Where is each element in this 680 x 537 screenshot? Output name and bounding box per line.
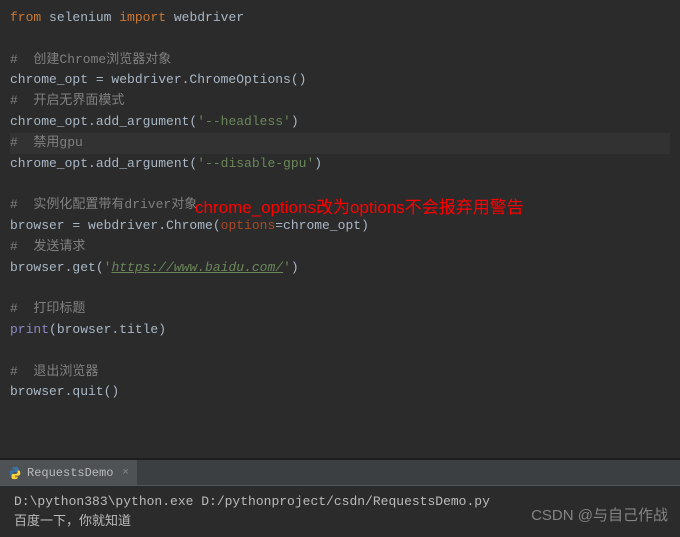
terminal-tab[interactable]: RequestsDemo × <box>0 460 137 485</box>
comment: # 创建Chrome浏览器对象 <box>10 52 171 67</box>
code-line: # 创建Chrome浏览器对象 <box>10 50 670 71</box>
keyword-import: import <box>119 10 166 25</box>
comment: # 退出浏览器 <box>10 364 98 379</box>
comment: # 发送请求 <box>10 239 85 254</box>
comment: # 打印标题 <box>10 301 85 316</box>
string-literal: '--disable-gpu' <box>197 156 314 171</box>
code-line: chrome_opt.add_argument('--disable-gpu') <box>10 154 670 175</box>
code-line <box>10 174 670 195</box>
code-line <box>10 341 670 362</box>
python-icon <box>8 466 22 480</box>
string-literal: '--headless' <box>197 114 291 129</box>
code-line: browser = webdriver.Chrome(options=chrom… <box>10 216 670 237</box>
terminal-tab-bar: RequestsDemo × <box>0 460 680 486</box>
code-line <box>10 29 670 50</box>
code-line: browser.quit() <box>10 382 670 403</box>
code-editor[interactable]: from selenium import webdriver # 创建Chrom… <box>0 0 680 450</box>
code-line: # 发送请求 <box>10 237 670 258</box>
code-line: browser.get('https://www.baidu.com/') <box>10 258 670 279</box>
close-icon[interactable]: × <box>122 467 129 479</box>
code-line: from selenium import webdriver <box>10 8 670 29</box>
code-line: chrome_opt.add_argument('--headless') <box>10 112 670 133</box>
code-line: # 退出浏览器 <box>10 362 670 383</box>
code-line: # 禁用gpu <box>10 133 670 154</box>
url-string: https://www.baidu.com/ <box>111 260 283 275</box>
keyword-from: from <box>10 10 41 25</box>
code-line: # 打印标题 <box>10 299 670 320</box>
terminal-tab-label: RequestsDemo <box>27 466 113 480</box>
watermark: CSDN @与自己作战 <box>531 504 668 525</box>
code-line: # 开启无界面模式 <box>10 91 670 112</box>
code-line: # 实例化配置带有driver对象 <box>10 195 670 216</box>
code-line <box>10 278 670 299</box>
parameter: options <box>221 218 276 233</box>
builtin-print: print <box>10 322 49 337</box>
comment: # 禁用gpu <box>10 135 83 150</box>
code-line: chrome_opt = webdriver.ChromeOptions() <box>10 70 670 91</box>
comment: # 开启无界面模式 <box>10 93 124 108</box>
comment: # 实例化配置带有driver对象 <box>10 197 197 212</box>
code-line: print(browser.title) <box>10 320 670 341</box>
